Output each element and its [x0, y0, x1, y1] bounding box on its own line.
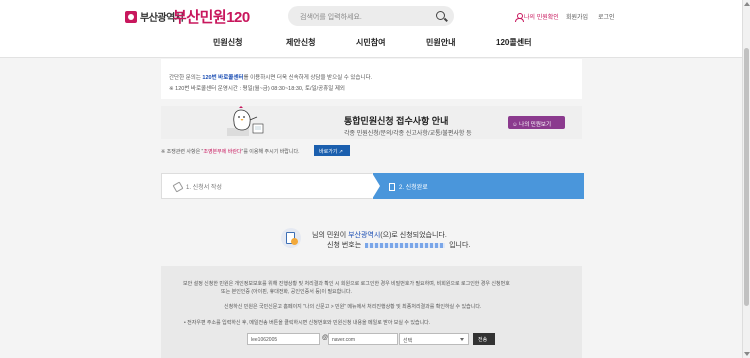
email-domain-field[interactable]: naver.com [328, 333, 398, 345]
application-number-suffix: 입니다. [449, 242, 471, 249]
callcenter-highlight: 120번 바로콜센터 [202, 75, 244, 81]
page: 부산광역시 부산민원120 검색어를 입력하세요. 나의 민원확인 회원가입 로… [0, 0, 750, 358]
step-write-label: 1. 신청서 작성 [186, 185, 222, 191]
my-complaints-link[interactable]: 나의 민원확인 [515, 12, 559, 22]
notice-line1: 간단한 문의는 120번 바로콜센터를 이용하시면 더욱 신속하게 상담을 받으… [169, 73, 372, 81]
my-complaints-label: 나의 민원확인 [524, 15, 559, 21]
info-security: 보안 설정 신청한 민원은 개인정보보호를 위해 진행상황 및 처리결과 확인 … [183, 281, 510, 287]
pen-icon [172, 181, 184, 192]
nav-item-callcenter[interactable]: 120콜센터 [496, 37, 531, 48]
nav-item-proposal[interactable]: 제안신청 [286, 37, 315, 48]
search-input[interactable]: 검색어를 입력하세요. [288, 6, 454, 26]
info-email: • 전자우편 주소를 입력하신 후, 메일전송 버튼을 클릭하시면 신청번호와 … [184, 320, 431, 326]
apply-info-banner: 통합민원신청 접수사항 안내 각종 민원신청/문의/각종 신고사항/교통/불편사… [161, 106, 582, 139]
person-icon: ☺ [512, 121, 518, 128]
document-icon [389, 182, 395, 191]
go-link-button[interactable]: 바로가기 ↗ [314, 145, 350, 156]
site-header: 부산광역시 부산민원120 검색어를 입력하세요. 나의 민원확인 회원가입 로… [0, 0, 742, 58]
nav-item-apply[interactable]: 민원신청 [213, 37, 242, 48]
login-link[interactable]: 로그인 [598, 12, 615, 21]
scrollbar-thumb[interactable] [744, 48, 749, 306]
nav-item-participation[interactable]: 시민참여 [356, 37, 385, 48]
org-highlight: 부산광역시 [348, 232, 381, 239]
application-number: 신청 번호는 입니다. [327, 240, 470, 250]
person-icon [515, 12, 524, 22]
search-icon[interactable] [436, 11, 445, 20]
step-write: 1. 신청서 작성 [172, 181, 222, 192]
email-id-field[interactable]: lee1062005 [247, 333, 320, 345]
step-complete-label: 2. 신청완료 [399, 185, 428, 191]
note-text: ※ 조쟁관련 사항은 " [161, 149, 204, 155]
notice-text: 간단한 문의는 [169, 75, 203, 81]
city-emblem-icon [125, 10, 137, 23]
nav-item-guide[interactable]: 민원안내 [426, 37, 455, 48]
scroll-down-icon[interactable] [744, 352, 750, 356]
go-link-label: 바로가기 [319, 149, 338, 155]
notice-text: 를 이용하시면 더욱 신속하게 상담을 받으실 수 있습니다. [243, 75, 373, 81]
report-note: ※ 조쟁관련 사항은 "조영본부에 바란다"를 이용해 주시기 바랍니다. [161, 148, 299, 155]
notice-line2: ※ 120번 바로콜센터 운영시간 : 평일(월~금) 08:30~18:30,… [169, 86, 345, 92]
clipboard-check-icon [281, 228, 301, 248]
note-text: "를 이용해 주시기 바랍니다. [241, 149, 300, 155]
application-number-label: 신청 번호는 [327, 242, 362, 249]
character-illustration [227, 106, 264, 136]
progress-steps: 1. 신청서 작성 2. 신청완료 [161, 173, 584, 199]
info-sinmungo: 신청하신 민원은 국민신문고 홈페이지 "나의 신문고 > 민원" 메뉴에서 처… [224, 304, 482, 310]
view-my-complaints-label: 나의 민원보기 [519, 121, 552, 128]
email-domain-select[interactable]: 선택 [399, 333, 469, 345]
banner-subtitle: 각종 민원신청/문의/각종 신고사항/교통/불편사항 등 [344, 131, 472, 137]
callcenter-notice: 간단한 문의는 120번 바로콜센터를 이용하시면 더욱 신속하게 상담을 받으… [161, 59, 582, 99]
external-link-icon: ↗ [338, 149, 343, 155]
email-info-box: 보안 설정 신청한 민원은 개인정보보호를 위해 진행상황 및 처리결과 확인 … [161, 266, 582, 358]
masked-number [365, 242, 446, 248]
completion-message: 님의 민원이 부산광역시(으)로 신청되었습니다. [312, 230, 447, 240]
send-email-button[interactable]: 전송 [473, 333, 495, 345]
completion-text: 님의 민원이 [312, 232, 349, 239]
scroll-up-icon[interactable] [744, 2, 750, 6]
check-badge-icon [291, 238, 298, 245]
vertical-scrollbar[interactable] [742, 0, 750, 358]
step-arrow [372, 173, 380, 199]
service-logo[interactable]: 부산민원120 [173, 6, 250, 27]
search-placeholder: 검색어를 입력하세요. [300, 14, 362, 21]
join-link[interactable]: 회원가입 [566, 12, 588, 21]
view-my-complaints-button[interactable]: ☺ 나의 민원보기 [508, 116, 565, 129]
step-complete: 2. 신청완료 [372, 173, 584, 199]
banner-title: 통합민원신청 접수사항 안내 [344, 116, 449, 126]
info-auth: 또는 본인인증 (아이핀, 휴대전화, 공인인증서 등)이 필요합니다. [221, 289, 352, 295]
completion-text: (으)로 신청되었습니다. [380, 232, 447, 239]
step-complete-label-wrap: 2. 신청완료 [389, 182, 428, 191]
note-highlight: 조영본부에 바란다 [203, 149, 242, 155]
